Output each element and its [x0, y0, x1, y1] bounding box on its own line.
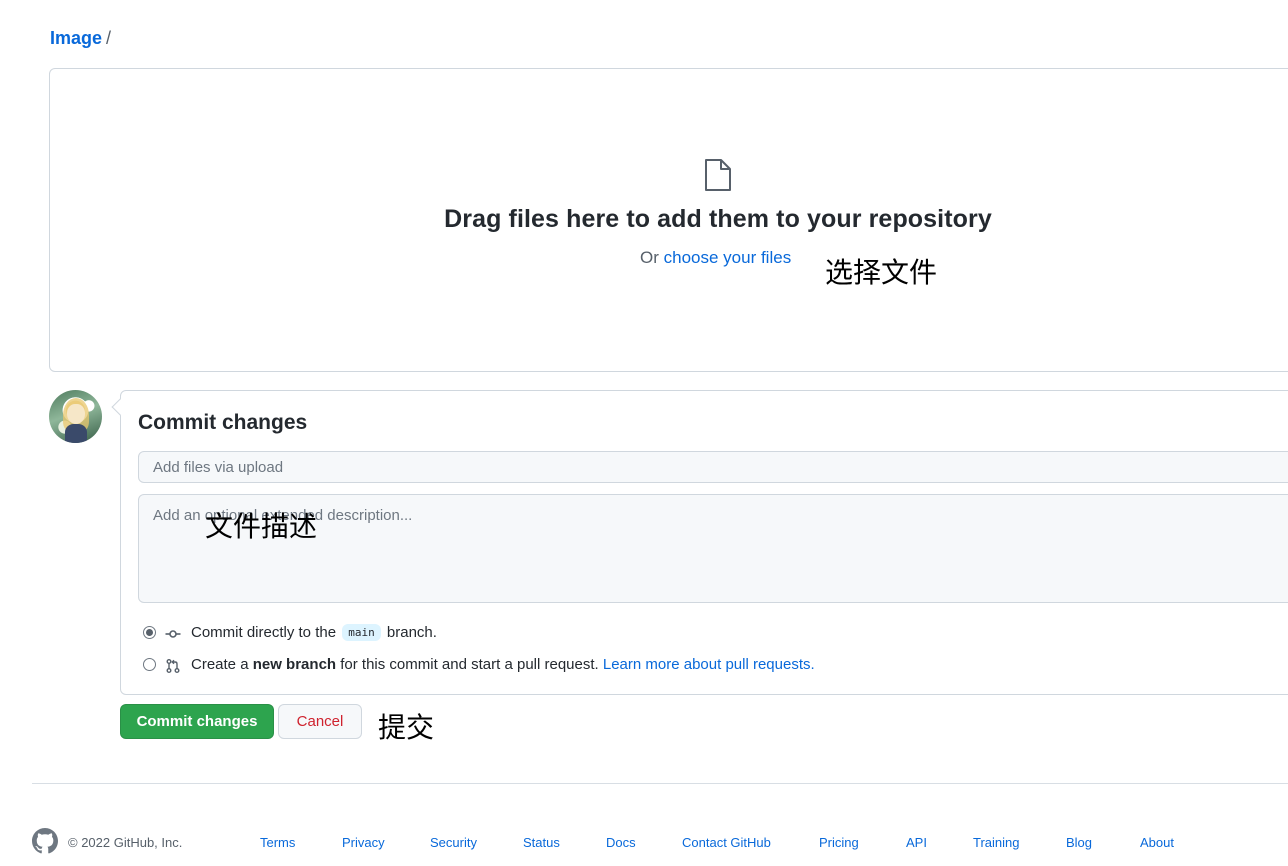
footer-link-terms[interactable]: Terms [260, 835, 295, 850]
cancel-button[interactable]: Cancel [278, 704, 362, 739]
annotation-description: 文件描述 [205, 510, 318, 543]
git-commit-icon [165, 630, 181, 638]
commit-summary-input[interactable] [138, 451, 1288, 483]
avatar [49, 390, 102, 443]
new-branch-bold: new branch [252, 656, 337, 673]
footer-link-api[interactable]: API [906, 835, 927, 850]
footer-link-contact[interactable]: Contact GitHub [682, 835, 771, 850]
or-text: Or [640, 248, 659, 267]
github-logo-icon[interactable] [32, 828, 58, 854]
footer-link-pricing[interactable]: Pricing [819, 835, 859, 850]
footer-link-blog[interactable]: Blog [1066, 835, 1092, 850]
footer-link-privacy[interactable]: Privacy [342, 835, 385, 850]
commit-changes-button[interactable]: Commit changes [120, 704, 274, 739]
footer-link-security[interactable]: Security [430, 835, 477, 850]
drop-zone-subtitle: Or choose your files [640, 248, 791, 268]
new-branch-radio[interactable] [143, 658, 156, 671]
file-icon [705, 159, 731, 191]
drop-zone-title: Drag files here to add them to your repo… [444, 205, 992, 233]
commit-direct-radio[interactable] [143, 626, 156, 639]
breadcrumb: Image / [50, 26, 111, 50]
repo-link[interactable]: Image [50, 28, 102, 48]
annotation-submit: 提交 [378, 711, 435, 744]
footer-copyright: © 2022 GitHub, Inc. [68, 835, 183, 850]
commit-direct-suffix: branch. [386, 624, 437, 641]
footer-link-about[interactable]: About [1140, 835, 1174, 850]
breadcrumb-separator: / [106, 28, 112, 48]
footer-link-docs[interactable]: Docs [606, 835, 636, 850]
pull-request-icon [166, 659, 180, 673]
new-branch-prefix: Create a [191, 656, 249, 673]
new-branch-suffix: for this commit and start a pull request… [340, 656, 599, 673]
branch-name: main [342, 624, 381, 641]
new-branch-label: Create a new branch for this commit and … [191, 656, 815, 673]
footer-divider [32, 783, 1288, 784]
footer-link-status[interactable]: Status [523, 835, 560, 850]
commit-direct-prefix: Commit directly to the [191, 624, 337, 641]
commit-title: Commit changes [138, 411, 308, 434]
commit-direct-label: Commit directly to the main branch. [191, 624, 437, 641]
learn-more-pull-requests-link[interactable]: Learn more about pull requests. [603, 656, 815, 673]
annotation-choose-files: 选择文件 [825, 256, 938, 289]
footer-link-training[interactable]: Training [973, 835, 1019, 850]
choose-files-link[interactable]: choose your files [664, 248, 792, 267]
